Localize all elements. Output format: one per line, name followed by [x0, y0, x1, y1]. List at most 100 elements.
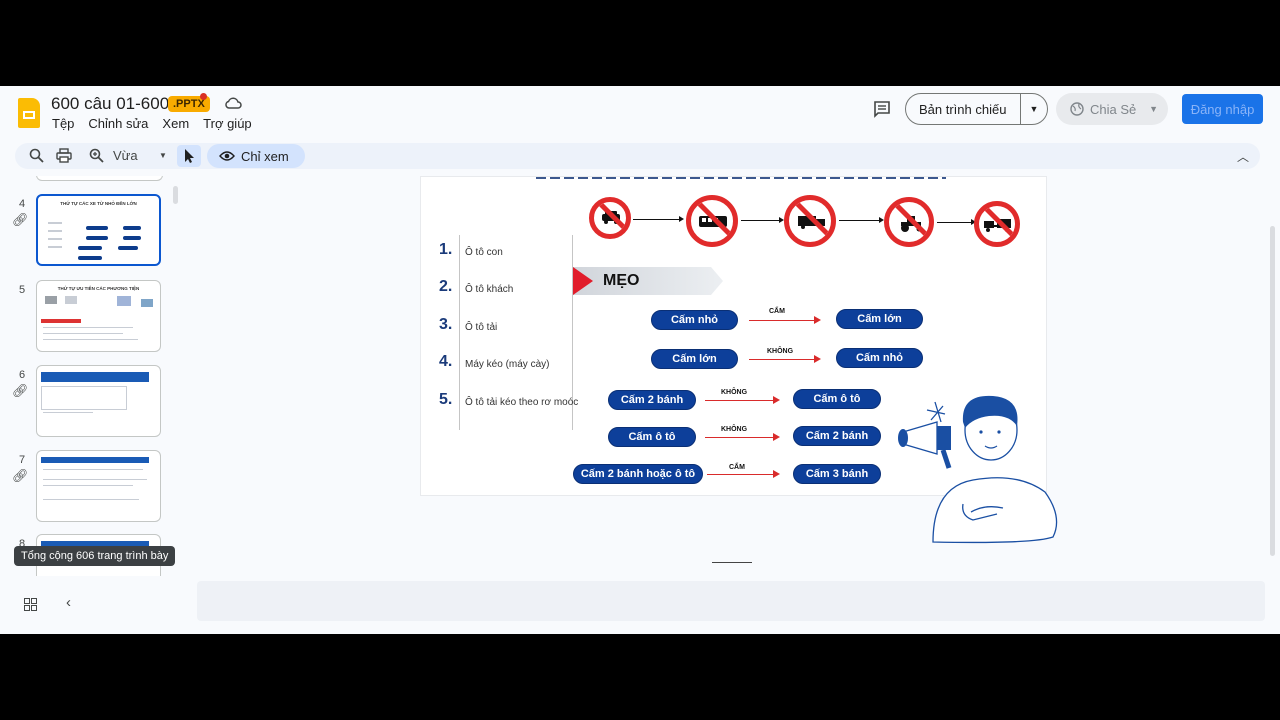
slide-heading [536, 177, 946, 179]
list-item: Máy kéo (máy cày) [465, 359, 550, 370]
mini-line [43, 499, 139, 500]
tip-banner [573, 267, 723, 295]
menu-help[interactable]: Trợ giúp [203, 116, 252, 131]
comment-icon[interactable] [873, 100, 891, 118]
link-icon: 🔗︎ [12, 468, 29, 483]
slide-thumbnail-7[interactable] [36, 450, 161, 522]
rule-right-pill: Cấm lớn [836, 309, 923, 329]
cloud-status-icon[interactable] [224, 96, 242, 110]
globe-icon [1070, 102, 1084, 116]
mini-pill [118, 246, 138, 250]
slide-filmstrip: 4 🔗︎ THỨ TỰ CÁC XE TỪ NHỎ ĐẾN LỚN 5 THỨ … [0, 176, 190, 576]
mini-line [43, 469, 143, 470]
cursor-icon [185, 149, 194, 163]
chevron-up-icon[interactable]: ︿ [1237, 148, 1249, 165]
rule-right-pill: Cấm 2 bánh [793, 426, 881, 446]
search-icon[interactable] [29, 148, 44, 163]
list-item: Ô tô con [465, 247, 503, 258]
slide-thumbnail-5[interactable]: THỨ TỰ ƯU TIÊN CÁC PHƯƠNG TIỆN [36, 280, 161, 352]
mini-line [43, 327, 133, 328]
list-item: Ô tô tải kéo theo rơ moóc [465, 397, 579, 408]
slide-count-tooltip: Tổng cộng 606 trang trình bày [14, 546, 176, 566]
chevron-down-icon[interactable]: ▼ [1149, 104, 1158, 114]
mini-pill [123, 226, 141, 230]
rule-arrow-head [814, 355, 821, 363]
mini-image [65, 296, 77, 304]
link-icon: 🔗︎ [12, 383, 29, 398]
login-button[interactable]: Đăng nhập [1182, 94, 1263, 124]
rule-arrow [705, 400, 773, 401]
menu-view[interactable]: Xem [162, 116, 189, 131]
slide-thumbnail-6[interactable] [36, 365, 161, 437]
mini-line [43, 333, 123, 334]
mini-bar [41, 319, 81, 323]
mini-line [43, 479, 147, 480]
mini-image [117, 296, 131, 306]
rule-right-pill: Cấm ô tô [793, 389, 881, 409]
chevron-down-icon[interactable]: ▼ [1021, 104, 1047, 114]
rule-arrow-head [773, 396, 780, 404]
zoom-icon[interactable] [89, 148, 104, 163]
rule-verb: KHÔNG [767, 348, 794, 355]
mini-line [48, 246, 62, 248]
list-divider-left [459, 235, 460, 430]
menu-edit[interactable]: Chỉnh sửa [88, 116, 148, 131]
rule-verb: KHÔNG [721, 426, 748, 433]
rule-verb: KHÔNG [721, 389, 748, 396]
app-window: 600 câu 01-600 .PPTX Tệp Chỉnh sửa Xem T… [0, 86, 1280, 634]
zoom-select[interactable]: Vừa [113, 148, 138, 163]
list-item: Ô tô khách [465, 284, 514, 295]
thumbnail-title: THỨ TỰ ƯU TIÊN CÁC PHƯƠNG TIỆN [57, 286, 140, 291]
no-trailer-sign-icon [974, 201, 1020, 247]
view-only-chip[interactable]: Chỉ xem [207, 144, 305, 168]
mini-line [43, 339, 138, 340]
speaker-notes-panel[interactable] [197, 581, 1265, 621]
slideshow-button[interactable]: Bản trình chiếu ▼ [905, 93, 1048, 125]
rule-arrow [749, 359, 814, 360]
rule-left-pill: Cấm nhỏ [651, 310, 738, 330]
grid-view-icon[interactable] [24, 598, 37, 611]
view-only-label: Chỉ xem [241, 148, 289, 164]
rule-left-pill: Cấm 2 bánh [608, 390, 696, 410]
rule-left-pill: Cấm 2 bánh hoặc ô tô [573, 464, 703, 484]
menu-file[interactable]: Tệp [52, 116, 74, 131]
mini-image [45, 296, 57, 304]
mini-line [48, 230, 62, 232]
chevron-left-icon[interactable]: ‹ [66, 594, 71, 611]
slides-logo-icon[interactable] [18, 98, 40, 128]
slide-number: 5 [19, 284, 26, 296]
share-button[interactable]: Chia Sẻ ▼ [1056, 93, 1168, 125]
rule-verb: CẤM [769, 308, 785, 315]
chevron-down-icon[interactable]: ▼ [159, 151, 167, 160]
partial-thumbnail[interactable] [36, 176, 163, 181]
print-icon[interactable] [56, 148, 72, 163]
select-tool-button[interactable] [177, 145, 201, 167]
slide-divider [712, 562, 752, 563]
document-title[interactable]: 600 câu 01-600 [51, 94, 169, 114]
mini-pill [78, 246, 102, 250]
rule-arrow [707, 474, 773, 475]
filmstrip-scrollbar[interactable] [173, 186, 178, 204]
megaphone-person-illustration [898, 395, 1058, 544]
mini-pill [86, 236, 108, 240]
menu-bar: Tệp Chỉnh sửa Xem Trợ giúp [52, 116, 266, 131]
mini-bar [41, 457, 149, 463]
slide-number: 4 [19, 198, 26, 210]
slide-thumbnail-4[interactable]: THỨ TỰ CÁC XE TỪ NHỎ ĐẾN LỚN [36, 194, 161, 266]
rule-right-pill: Cấm nhỏ [836, 348, 923, 368]
main-scrollbar[interactable] [1270, 226, 1275, 556]
list-number: 2. [439, 278, 453, 295]
mini-pill [123, 236, 141, 240]
mini-image [141, 299, 153, 307]
no-car-sign-icon [589, 197, 631, 239]
no-truck-sign-icon [784, 195, 836, 247]
sign-arrow [839, 220, 879, 221]
rule-verb: CẤM [729, 464, 745, 471]
slide-number: 6 [19, 369, 26, 381]
rule-right-pill: Cấm 3 bánh [793, 464, 881, 484]
sign-arrow [937, 222, 971, 223]
mini-box [41, 386, 127, 410]
slideshow-button-label: Bản trình chiếu [919, 101, 1007, 117]
list-item: Ô tô tải [465, 322, 498, 333]
share-button-label: Chia Sẻ [1090, 101, 1137, 117]
